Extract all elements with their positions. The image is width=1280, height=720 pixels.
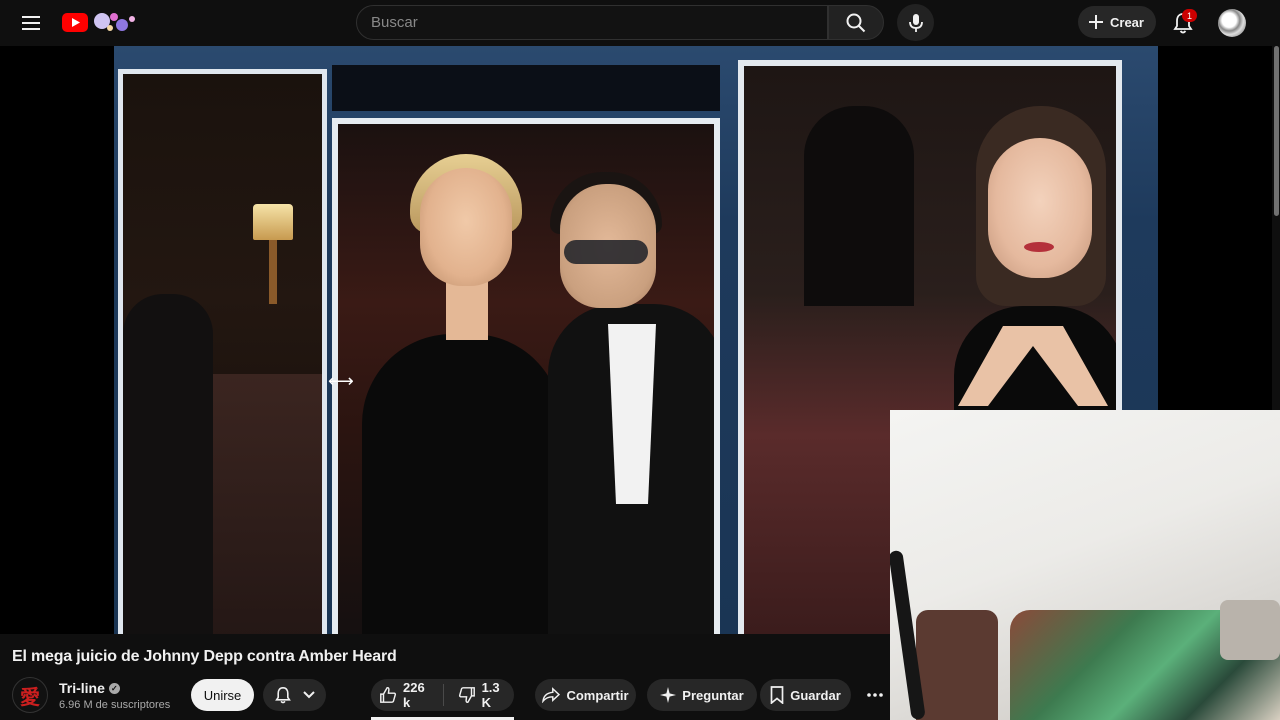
thumbs-up-icon	[379, 686, 397, 704]
create-button[interactable]: Crear	[1078, 6, 1156, 38]
plus-icon	[1088, 14, 1104, 30]
voice-search-button[interactable]	[897, 4, 934, 41]
video-still-center-panel	[332, 118, 720, 634]
ask-label: Preguntar	[682, 687, 744, 703]
bookmark-icon	[770, 686, 784, 704]
save-label: Guardar	[790, 687, 841, 703]
like-button[interactable]: 226 k	[371, 679, 437, 711]
youtube-logo-icon[interactable]	[62, 8, 140, 36]
dislike-button[interactable]: 1.3 K	[450, 679, 514, 711]
search-icon	[846, 13, 866, 33]
ask-button[interactable]: Preguntar	[647, 679, 757, 711]
subscription-bell-button[interactable]	[263, 679, 326, 711]
like-count: 226 k	[403, 680, 425, 710]
account-avatar[interactable]	[1218, 9, 1246, 37]
video-dark-strip	[332, 65, 720, 111]
join-button[interactable]: Unirse	[191, 679, 254, 711]
like-dislike-group: 226 k 1.3 K	[371, 679, 514, 711]
save-button[interactable]: Guardar	[760, 679, 851, 711]
lamp-shape	[253, 204, 293, 240]
resize-cursor-icon: ⟷	[328, 371, 354, 391]
search-field[interactable]	[356, 5, 828, 40]
bell-icon	[274, 686, 291, 704]
verified-icon: ✓	[108, 682, 120, 694]
webcam-overlay	[890, 410, 1280, 720]
share-button[interactable]: Compartir	[535, 679, 636, 711]
channel-avatar[interactable]: 愛	[12, 677, 48, 713]
video-title: El mega juicio de Johnny Depp contra Amb…	[12, 648, 397, 665]
create-label: Crear	[1110, 14, 1144, 30]
dislike-count: 1.3 K	[481, 680, 500, 710]
search-button[interactable]	[828, 5, 884, 40]
search-input[interactable]	[371, 14, 827, 31]
subscriber-count: 6.96 M de suscriptores	[59, 699, 171, 711]
share-label: Compartir	[566, 687, 629, 703]
mic-icon	[908, 13, 924, 33]
chevron-down-icon	[302, 691, 315, 699]
channel-name[interactable]: Tri-line ✓	[59, 680, 120, 696]
menu-icon[interactable]	[16, 8, 46, 38]
more-actions-button[interactable]	[859, 679, 891, 711]
share-icon	[542, 687, 561, 703]
video-still-left-panel	[118, 69, 327, 634]
sparkle-icon	[660, 687, 677, 703]
thumbs-down-icon	[458, 686, 476, 704]
scrollbar-thumb[interactable]	[1274, 46, 1279, 216]
top-bar: Crear 1	[0, 0, 1280, 46]
notification-badge: 1	[1182, 9, 1197, 22]
more-icon	[867, 693, 883, 697]
